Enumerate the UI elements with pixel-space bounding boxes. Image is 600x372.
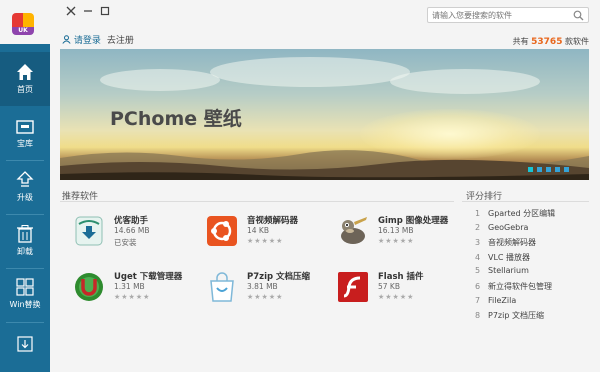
close-icon[interactable] xyxy=(65,5,77,17)
sidebar-item-downloads[interactable] xyxy=(0,323,50,372)
app-logo: UK xyxy=(0,0,50,44)
app-name: P7zip 文档压缩 xyxy=(247,272,311,282)
rank-app-name: GeoGebra xyxy=(488,223,529,232)
app-name: 音视频解码器 xyxy=(247,216,299,226)
sidebar-item-store[interactable]: 宝库 xyxy=(0,107,50,161)
total-suffix: 款软件 xyxy=(565,37,589,46)
ranking-item[interactable]: 6 新立得软件包管理 xyxy=(475,281,552,292)
sidebar-item-label: 卸载 xyxy=(17,247,33,256)
rank-app-name: VLC 播放器 xyxy=(488,253,531,262)
rating-stars: ★★★★★ xyxy=(247,293,284,301)
app-name: Flash 插件 xyxy=(378,272,424,282)
ranking-item[interactable]: 5 Stellarium xyxy=(475,266,529,275)
rank-app-name: FileZila xyxy=(488,296,517,305)
sidebar-item-label: Win替换 xyxy=(9,300,41,309)
banner-title: PChome 壁纸 xyxy=(110,108,242,130)
sidebar-item-label: 首页 xyxy=(17,85,33,94)
sidebar-item-label: 宝库 xyxy=(17,139,33,148)
app-size: 16.13 MB xyxy=(378,226,414,235)
gimp-icon xyxy=(341,217,367,244)
sidebar-item-upgrade[interactable]: 升级 xyxy=(0,161,50,215)
p7zip-bag-icon xyxy=(210,272,234,302)
sidebar-item-label: 升级 xyxy=(17,193,33,202)
rating-stars: ★★★★★ xyxy=(247,237,284,245)
download-icon xyxy=(17,336,33,352)
trash-icon xyxy=(17,225,33,243)
windows-grid-icon xyxy=(16,278,34,296)
upgrade-icon xyxy=(16,171,34,187)
ranking-item[interactable]: 7 FileZila xyxy=(475,296,516,305)
app-size: 3.81 MB xyxy=(247,282,278,291)
search-icon[interactable] xyxy=(573,10,584,21)
total-prefix: 共有 xyxy=(512,37,529,46)
app-card-media-codec[interactable]: 音视频解码器 14 KB ★★★★★ xyxy=(205,214,328,260)
search-input[interactable] xyxy=(428,8,568,22)
carousel-dot[interactable] xyxy=(537,167,542,172)
minimize-icon[interactable] xyxy=(82,5,94,17)
rank-number: 3 xyxy=(475,238,481,247)
rank-app-name: P7zip 文档压缩 xyxy=(488,311,544,320)
rating-stars: ★★★★★ xyxy=(378,237,415,245)
app-size: 14.66 MB xyxy=(114,226,150,235)
sidebar-item-win-replace[interactable]: Win替换 xyxy=(0,269,50,323)
sidebar-item-home[interactable]: 首页 xyxy=(0,52,50,106)
carousel-dot[interactable] xyxy=(528,167,533,172)
app-name: Uget 下载管理器 xyxy=(114,272,183,282)
login-link[interactable]: 请登录 xyxy=(74,36,101,46)
rank-number: 8 xyxy=(475,311,481,320)
rank-app-name: Gparted 分区编辑 xyxy=(488,209,556,218)
search-box xyxy=(427,7,589,23)
rank-app-name: 音视频解码器 xyxy=(488,238,536,247)
app-card-youke-assistant[interactable]: 优客助手 14.66 MB 已安装 xyxy=(72,214,195,260)
app-size: 57 KB xyxy=(378,282,400,291)
app-size: 1.31 MB xyxy=(114,282,145,291)
ranking-item[interactable]: 4 VLC 播放器 xyxy=(475,252,530,263)
register-link[interactable]: 去注册 xyxy=(107,36,134,46)
carousel-dot[interactable] xyxy=(564,167,569,172)
store-icon xyxy=(16,120,34,134)
app-size: 14 KB xyxy=(247,226,269,235)
home-icon xyxy=(17,64,33,80)
banner-hills xyxy=(60,150,589,180)
sidebar: UK 首页 宝库 升级 卸载 Win替换 xyxy=(0,0,50,372)
sidebar-item-uninstall[interactable]: 卸载 xyxy=(0,215,50,269)
flash-plugin-icon xyxy=(338,272,368,302)
rank-number: 5 xyxy=(475,266,481,275)
account-links: 请登录 去注册 xyxy=(62,33,140,46)
ranking-item[interactable]: 2 GeoGebra xyxy=(475,223,528,232)
app-name: Gimp 图像处理器 xyxy=(378,216,449,226)
app-name: 优客助手 xyxy=(114,216,149,226)
carousel-indicators xyxy=(524,165,569,175)
rank-app-name: 新立得软件包管理 xyxy=(488,282,552,291)
app-card-flash[interactable]: Flash 插件 57 KB ★★★★★ xyxy=(336,270,459,316)
install-status: 已安装 xyxy=(114,238,137,247)
carousel-dot[interactable] xyxy=(546,167,551,172)
ubuntu-kylin-logo-icon: UK xyxy=(12,13,34,35)
software-count: 共有 53765 款软件 xyxy=(513,36,589,47)
app-card-uget[interactable]: Uget 下载管理器 1.31 MB ★★★★★ xyxy=(72,270,195,316)
carousel-dot[interactable] xyxy=(555,167,560,172)
ranking-item[interactable]: 8 P7zip 文档压缩 xyxy=(475,310,544,321)
rank-number: 6 xyxy=(475,282,481,291)
featured-banner[interactable]: PChome 壁纸 xyxy=(60,49,589,180)
rank-number: 2 xyxy=(475,223,481,232)
rank-number: 7 xyxy=(475,296,481,305)
rank-number: 4 xyxy=(475,253,481,262)
maximize-icon[interactable] xyxy=(99,5,111,17)
youke-assistant-icon xyxy=(75,216,103,246)
ubuntu-codec-icon xyxy=(207,216,237,246)
rating-stars: ★★★★★ xyxy=(378,293,415,301)
app-card-p7zip[interactable]: P7zip 文档压缩 3.81 MB ★★★★★ xyxy=(205,270,328,316)
uget-icon xyxy=(75,273,103,301)
logo-text: UK xyxy=(12,27,34,35)
rank-number: 1 xyxy=(475,209,481,218)
ranking-item[interactable]: 3 音视频解码器 xyxy=(475,237,536,248)
user-icon xyxy=(62,35,71,44)
rank-app-name: Stellarium xyxy=(488,266,529,275)
app-card-gimp[interactable]: Gimp 图像处理器 16.13 MB ★★★★★ xyxy=(336,214,459,260)
rating-stars: ★★★★★ xyxy=(114,293,151,301)
total-count: 53765 xyxy=(531,37,563,47)
ranking-item[interactable]: 1 Gparted 分区编辑 xyxy=(475,208,555,219)
